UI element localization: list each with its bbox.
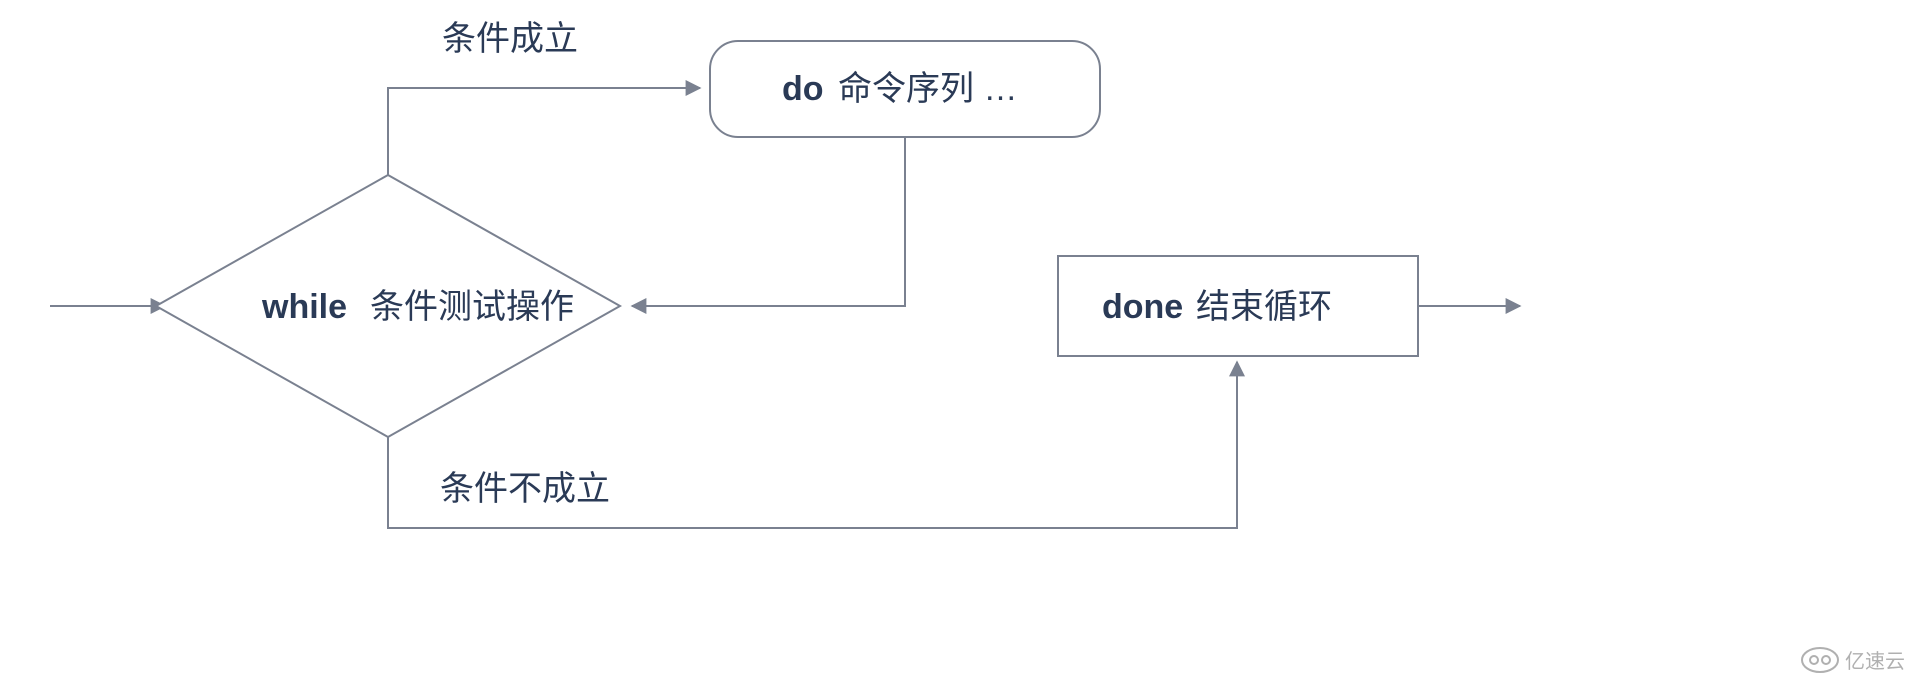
- terminal-keyword: done: [1102, 288, 1183, 326]
- process-keyword: do: [782, 70, 824, 108]
- terminal-label: 结束循环: [1196, 288, 1332, 326]
- true-edge: [388, 88, 700, 175]
- decision-label: 条件测试操作: [370, 288, 574, 326]
- process-label: 命令序列 …: [838, 70, 1017, 108]
- watermark-text: 亿速云: [1845, 650, 1905, 673]
- watermark-logo: [1802, 648, 1838, 672]
- decision-keyword: while: [261, 288, 347, 326]
- flowchart-canvas: while 条件测试操作 条件成立 do 命令序列 … 条件不成立 done 结…: [0, 0, 1917, 687]
- true-edge-label: 条件成立: [442, 20, 578, 58]
- false-edge-label: 条件不成立: [440, 470, 610, 508]
- loop-back-edge: [632, 137, 905, 306]
